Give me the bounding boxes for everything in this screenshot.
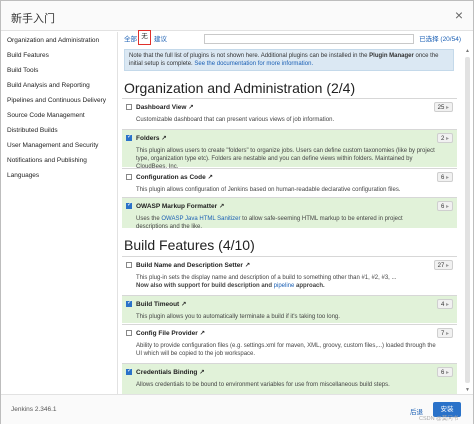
plugin-name: Config File Provider ↗ [136,330,206,337]
plugin-checkbox[interactable] [126,367,132,375]
plugin-checkbox[interactable] [126,174,132,180]
dialog-title: 新手入门 [11,13,55,25]
section-title-organization: Organization and Administration (2/4) [124,80,356,96]
plugin-owasp-markup-formatter[interactable]: OWASP Markup Formatter ↗ 6 ▸ Uses the OW… [122,197,457,230]
notice-text: Note that the full list of plugins is no… [129,53,370,59]
sidebar-item-user-management[interactable]: User Management and Security [7,142,98,149]
owasp-sanitizer-link[interactable]: OWASP Java HTML Sanitizer [161,216,240,222]
title-bar: 新手入门 × [1,1,473,31]
plugin-checkbox[interactable] [126,133,132,141]
pipeline-link[interactable]: pipeline [274,283,295,289]
plugin-name: Configuration as Code ↗ [136,174,213,181]
select-none-link[interactable]: 无 [138,30,151,45]
sidebar-item-languages[interactable]: Languages [7,172,39,179]
sidebar-item-build-analysis[interactable]: Build Analysis and Reporting [7,82,90,89]
external-link-icon[interactable]: ↗ [245,262,250,269]
dependency-count-badge: 7 ▸ [436,328,453,338]
external-link-icon[interactable]: ↗ [208,174,213,181]
plugin-build-timeout[interactable]: Build Timeout ↗ 4 ▸ This plugin allows y… [122,295,457,323]
category-sidebar: Organization and Administration Build Fe… [1,32,118,394]
plugin-folders[interactable]: Folders ↗ 2 ▸ This plugin allows users t… [122,129,457,170]
dependency-count-badge: 6 ▸ [436,201,453,211]
plugin-name: Credentials Binding ↗ [136,369,205,376]
dependency-count-badge: 25 ▸ [433,102,453,112]
external-link-icon[interactable]: ↗ [161,135,166,142]
selected-count-link[interactable]: 已选择 (20/54) [419,33,461,43]
plugin-description: Customizable dashboard that can present … [136,117,335,123]
plugin-name: OWASP Markup Formatter ↗ [136,203,225,210]
plugin-name: Build Timeout ↗ [136,301,187,308]
plugin-checkbox[interactable] [126,104,132,110]
scroll-down-arrow-icon[interactable]: ▼ [465,387,470,393]
dependency-count-badge: 6 ▸ [436,172,453,182]
plugin-checkbox[interactable] [126,201,132,209]
plugin-description: Ability to provide configuration files (… [136,343,436,357]
plugin-config-file-provider[interactable]: Config File Provider ↗ 7 ▸ Ability to pr… [122,324,457,362]
sidebar-item-build-features[interactable]: Build Features [7,52,49,59]
sidebar-item-notifications[interactable]: Notifications and Publishing [7,157,87,164]
dependency-count-badge: 27 ▸ [433,260,453,270]
sidebar-item-distributed-builds[interactable]: Distributed Builds [7,127,58,134]
section-title-build-features: Build Features (4/10) [124,237,255,253]
documentation-link[interactable]: See the documentation for more informati… [194,61,313,67]
dependency-count-badge: 2 ▸ [436,133,453,143]
scrollbar-thumb[interactable] [465,57,470,383]
dependency-count-badge: 6 ▸ [436,367,453,377]
external-link-icon[interactable]: ↗ [199,369,204,376]
dialog-footer: Jenkins 2.346.1 后退 安装 [1,394,473,424]
plugin-credentials-binding[interactable]: Credentials Binding ↗ 6 ▸ Allows credent… [122,363,457,394]
sidebar-item-pipelines[interactable]: Pipelines and Continuous Delivery [7,97,106,104]
plugin-search-input[interactable] [204,34,414,44]
plugin-name: Dashboard View ↗ [136,104,194,111]
plugin-build-name-setter[interactable]: Build Name and Description Setter ↗ 27 ▸… [122,256,457,294]
sidebar-item-organization-and-administration[interactable]: Organization and Administration [7,37,99,44]
external-link-icon[interactable]: ↗ [188,104,193,111]
plugin-name: Folders ↗ [136,135,167,142]
plugin-description: This plug-in sets the display name and d… [136,275,397,289]
sidebar-item-source-code-management[interactable]: Source Code Management [7,112,85,119]
plugin-description: This plugin allows configuration of Jenk… [136,187,401,193]
external-link-icon[interactable]: ↗ [219,203,224,210]
watermark: CSDN @莫问书 [419,416,459,422]
dependency-count-badge: 4 ▸ [436,299,453,309]
plugin-name: Build Name and Description Setter ↗ [136,262,251,269]
plugin-configuration-as-code[interactable]: Configuration as Code ↗ 6 ▸ This plugin … [122,168,457,196]
jenkins-version: Jenkins 2.346.1 [11,406,57,413]
setup-wizard-dialog: 新手入门 × Organization and Administration B… [0,0,474,424]
plugin-dashboard-view[interactable]: Dashboard View ↗ 25 ▸ Customizable dashb… [122,98,457,128]
plugin-description: Uses the OWASP Java HTML Sanitizer to al… [136,216,403,230]
plugin-manager-label: Plugin Manager [369,53,414,59]
scroll-up-arrow-icon[interactable]: ▲ [465,48,470,54]
plugin-checkbox[interactable] [126,330,132,336]
external-link-icon[interactable]: ↗ [181,301,186,308]
close-icon[interactable]: × [455,7,463,23]
plugin-description: Allows credentials to be bound to enviro… [136,382,390,388]
plugin-checkbox[interactable] [126,262,132,268]
plugin-description: This plugin allows you to automatically … [136,314,340,320]
suggested-link[interactable]: 建议 [154,33,167,43]
select-all-link[interactable]: 全部 [124,33,137,43]
plugin-list-panel: Note that the full list of plugins is no… [118,47,473,394]
sidebar-item-build-tools[interactable]: Build Tools [7,67,38,74]
plugin-checkbox[interactable] [126,299,132,307]
external-link-icon[interactable]: ↗ [200,330,205,337]
info-notice: Note that the full list of plugins is no… [124,49,454,71]
